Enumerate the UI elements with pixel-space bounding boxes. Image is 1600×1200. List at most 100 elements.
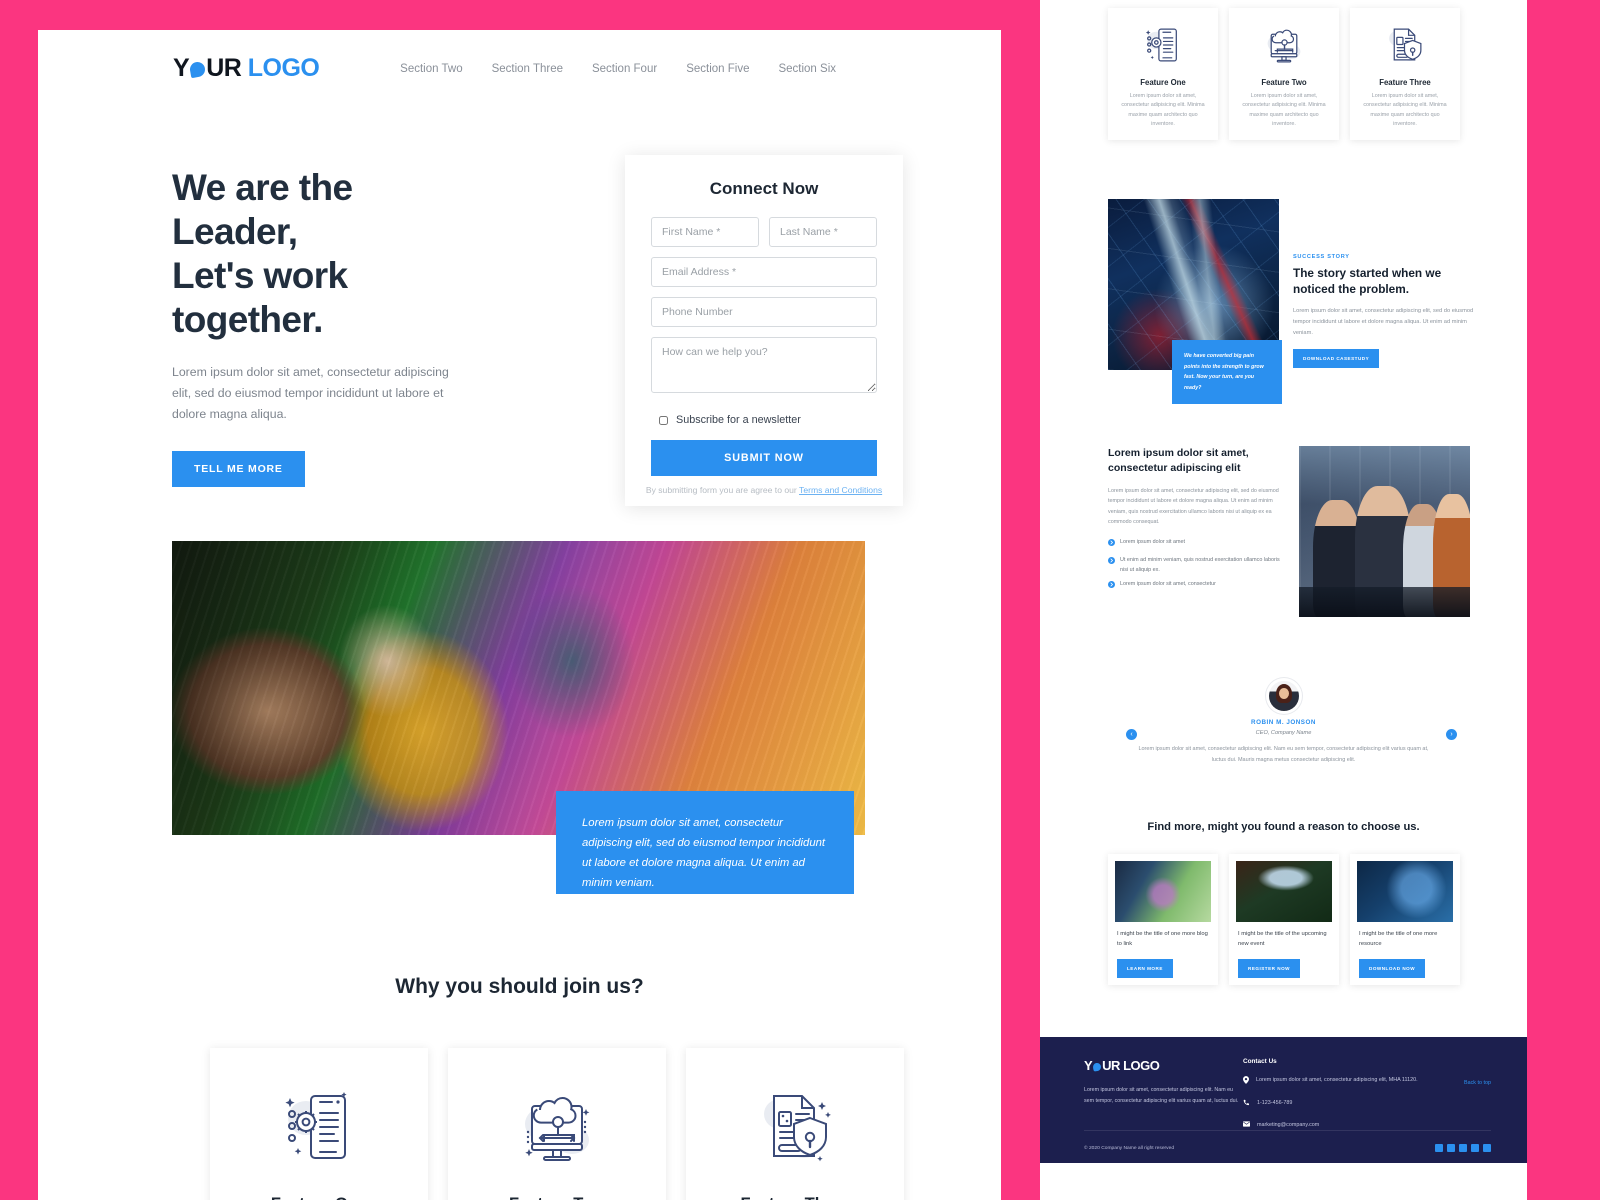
- feature-card-grid: Feature One: [210, 1048, 904, 1200]
- phone-icon: [1243, 1099, 1250, 1110]
- right-feature-grid: Feature One Lorem ipsum dolor sit amet, …: [1040, 0, 1527, 140]
- learn-more-button[interactable]: LEARN MORE: [1117, 959, 1173, 979]
- chevron-circle-right-icon: [1108, 538, 1115, 551]
- success-story-title: The story started when we noticed the pr…: [1293, 266, 1442, 296]
- logo[interactable]: Y UR LOGO: [173, 54, 320, 83]
- logo-text-part-2: UR: [206, 54, 242, 82]
- instagram-icon[interactable]: [1483, 1144, 1491, 1152]
- hero-quote-box: Lorem ipsum dolor sit amet, consectetur …: [556, 791, 854, 894]
- list-item: Ut enim ad minim veniam, quis nostrud ex…: [1108, 556, 1283, 576]
- submit-now-button[interactable]: SUBMIT NOW: [651, 440, 877, 476]
- logo-leaf-icon: [188, 60, 207, 79]
- download-now-button[interactable]: DOWNLOAD NOW: [1359, 959, 1426, 979]
- right-feature-card-two[interactable]: Feature Two Lorem ipsum dolor sit amet, …: [1229, 8, 1339, 140]
- avatar-face: [1278, 688, 1289, 699]
- hero-title-line-1: We are the Leader,: [172, 167, 353, 253]
- nav-item-section-six[interactable]: Section Six: [778, 63, 836, 75]
- feature-card-two-label: Feature Two: [509, 1195, 605, 1200]
- footer-divider: [1084, 1130, 1491, 1131]
- phone-input[interactable]: [651, 297, 877, 327]
- testimonial-next-button[interactable]: ›: [1446, 729, 1457, 740]
- nav-item-section-four[interactable]: Section Four: [592, 63, 657, 75]
- newsletter-row: Subscribe for a newsletter: [659, 414, 877, 426]
- landing-page-right-panel: Feature One Lorem ipsum dolor sit amet, …: [1040, 0, 1527, 1200]
- right-feature-three-description: Lorem ipsum dolor sit amet, consectetur …: [1363, 93, 1447, 127]
- about-body: Lorem ipsum dolor sit amet, consectetur …: [1108, 487, 1279, 526]
- logo-text-part-1: Y: [173, 54, 190, 82]
- newsletter-label[interactable]: Subscribe for a newsletter: [676, 414, 801, 426]
- success-story-kicker: SUCCESS STORY: [1293, 254, 1350, 260]
- about-copy: Lorem ipsum dolor sit amet, consectetur …: [1108, 446, 1283, 617]
- avatar: [1268, 681, 1299, 711]
- nav-item-section-three[interactable]: Section Three: [492, 63, 563, 75]
- footer-logo-part-3: LOGO: [1123, 1058, 1160, 1073]
- find-more-card-event[interactable]: I might be the title of the upcoming new…: [1229, 854, 1339, 986]
- footer-top-row: Y UR LOGO Lorem ipsum dolor sit amet, con…: [1084, 1058, 1491, 1131]
- page-title: We are the Leader, Let's work together.: [172, 166, 458, 342]
- find-more-card-grid: I might be the title of one more blog to…: [1040, 833, 1527, 986]
- email-input[interactable]: [651, 257, 877, 287]
- document-security-icon: [1383, 22, 1427, 71]
- why-join-heading: Why you should join us?: [395, 975, 644, 998]
- footer-about-text: Lorem ipsum dolor sit amet, consectetur …: [1084, 1087, 1239, 1104]
- footer-brand-column: Y UR LOGO Lorem ipsum dolor sit amet, con…: [1084, 1058, 1239, 1131]
- footer-contact-heading: Contact Us: [1243, 1058, 1277, 1065]
- location-pin-icon: [1243, 1076, 1249, 1088]
- success-story-section: We have converted big pain points into t…: [1040, 199, 1527, 405]
- feature-card-one-label: Feature One: [271, 1195, 367, 1200]
- footer-phone[interactable]: 1-123-456-789: [1257, 1098, 1292, 1110]
- terms-and-conditions-link[interactable]: Terms and Conditions: [799, 485, 882, 495]
- hero-subtitle: Lorem ipsum dolor sit amet, consectetur …: [172, 365, 449, 422]
- last-name-input[interactable]: [769, 217, 877, 247]
- feature-card-three[interactable]: Feature Three: [686, 1048, 904, 1200]
- nav-item-section-five[interactable]: Section Five: [686, 63, 749, 75]
- terms-note: By submitting form you are agree to our …: [625, 485, 903, 495]
- right-feature-card-three[interactable]: Feature Three Lorem ipsum dolor sit amet…: [1350, 8, 1460, 140]
- hero-title-line-2: Let's work together.: [172, 255, 348, 341]
- mobile-settings-icon: [1141, 22, 1185, 71]
- about-bullet-text: Ut enim ad minim veniam, quis nostrud ex…: [1120, 556, 1280, 573]
- youtube-icon[interactable]: [1471, 1144, 1479, 1152]
- find-more-card-blog-title: I might be the title of one more blog to…: [1117, 931, 1208, 948]
- chevron-circle-right-icon: [1108, 581, 1115, 593]
- right-feature-two-description: Lorem ipsum dolor sit amet, consectetur …: [1242, 93, 1326, 127]
- copyright-text: © 2020 Company Name all right reserved: [1084, 1145, 1175, 1151]
- top-navigation: Y UR LOGO Section Two Section Three Secti…: [38, 30, 1001, 83]
- find-more-card-resource[interactable]: I might be the title of one more resourc…: [1350, 854, 1460, 986]
- nav-item-section-two[interactable]: Section Two: [400, 63, 462, 75]
- right-feature-card-one[interactable]: Feature One Lorem ipsum dolor sit amet, …: [1108, 8, 1218, 140]
- find-more-card-resource-title: I might be the title of one more resourc…: [1359, 931, 1438, 948]
- success-story-body: Lorem ipsum dolor sit amet, consectetur …: [1293, 307, 1474, 337]
- linkedin-icon[interactable]: [1435, 1144, 1443, 1152]
- landing-page-left-panel: Y UR LOGO Section Two Section Three Secti…: [38, 30, 1001, 1200]
- team-hands-photo: [1115, 861, 1211, 923]
- cloud-network-icon: [1262, 22, 1306, 71]
- find-more-heading: Find more, might you found a reason to c…: [1147, 821, 1420, 834]
- about-photo-desk: [1299, 587, 1470, 617]
- find-more-card-event-title: I might be the title of the upcoming new…: [1238, 931, 1327, 948]
- register-now-button[interactable]: REGISTER NOW: [1238, 959, 1300, 979]
- tell-me-more-button[interactable]: TELL ME MORE: [172, 451, 305, 488]
- conference-audience-photo: [1236, 861, 1332, 923]
- success-story-copy: SUCCESS STORY The story started when we …: [1293, 199, 1483, 370]
- feature-card-one[interactable]: Feature One: [210, 1048, 428, 1200]
- connect-now-form: Connect Now Subscribe for a newsletter S…: [625, 155, 903, 506]
- right-feature-three-label: Feature Three: [1379, 78, 1431, 87]
- download-casestudy-button[interactable]: DOWNLOAD CASESTUDY: [1293, 349, 1380, 369]
- twitter-icon[interactable]: [1447, 1144, 1455, 1152]
- testimonial-author-role: CEO, Company Name: [1255, 730, 1312, 736]
- footer-address: Lorem ipsum dolor sit amet, consectetur …: [1256, 1077, 1418, 1083]
- tablet-chart-photo: [1357, 861, 1453, 923]
- facebook-icon[interactable]: [1459, 1144, 1467, 1152]
- footer-logo[interactable]: Y UR LOGO: [1084, 1058, 1239, 1073]
- cloud-network-icon: [514, 1082, 600, 1173]
- footer-phone-row: 1-123-456-789: [1243, 1098, 1418, 1110]
- first-name-input[interactable]: [651, 217, 759, 247]
- footer-contact-column: Contact Us Lorem ipsum dolor sit amet, c…: [1243, 1058, 1418, 1131]
- back-to-top-link[interactable]: Back to top: [1464, 1058, 1491, 1131]
- newsletter-checkbox[interactable]: [659, 415, 668, 425]
- feature-card-two[interactable]: Feature Two: [448, 1048, 666, 1200]
- find-more-card-blog[interactable]: I might be the title of one more blog to…: [1108, 854, 1218, 986]
- testimonial-prev-button[interactable]: ‹: [1126, 729, 1137, 740]
- message-textarea[interactable]: [651, 337, 877, 393]
